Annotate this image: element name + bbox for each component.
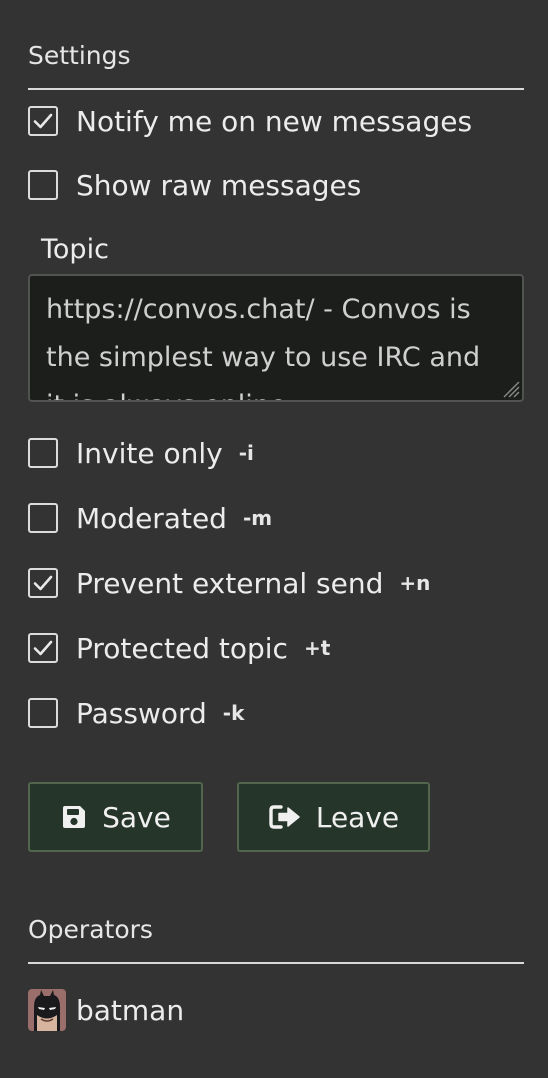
protected-topic-checkbox[interactable] (28, 633, 58, 663)
moderated-checkbox-row[interactable]: Moderated -m (28, 499, 272, 537)
leave-button[interactable]: Leave (237, 782, 430, 852)
operators-divider (28, 962, 524, 964)
prevent-external-checkbox[interactable] (28, 568, 58, 598)
floppy-disk-icon (60, 803, 88, 831)
invite-only-label: Invite only (76, 436, 223, 470)
moderated-label: Moderated (76, 501, 227, 535)
invite-only-checkbox-row[interactable]: Invite only -i (28, 434, 254, 472)
topic-label: Topic (41, 234, 109, 265)
invite-only-flag: -i (238, 441, 254, 465)
sign-out-icon (268, 803, 302, 831)
resize-handle-icon[interactable] (498, 376, 520, 398)
raw-messages-checkbox[interactable] (28, 170, 58, 200)
notify-checkbox-row[interactable]: Notify me on new messages (28, 102, 472, 140)
settings-heading: Settings (28, 41, 131, 70)
save-button[interactable]: Save (28, 782, 203, 852)
topic-textarea[interactable]: https://convos.chat/ - Convos is the sim… (28, 274, 524, 402)
batman-avatar-icon (28, 989, 66, 1031)
password-label: Password (76, 696, 207, 730)
prevent-external-checkbox-row[interactable]: Prevent external send +n (28, 564, 430, 602)
save-button-label: Save (102, 800, 171, 834)
settings-divider (28, 88, 524, 90)
raw-messages-checkbox-row[interactable]: Show raw messages (28, 166, 361, 204)
protected-topic-label: Protected topic (76, 631, 288, 665)
notify-checkbox[interactable] (28, 106, 58, 136)
operators-heading: Operators (28, 915, 153, 944)
password-flag: -k (222, 701, 245, 725)
checkmark-icon (33, 575, 53, 591)
raw-messages-label: Show raw messages (76, 168, 362, 202)
moderated-flag: -m (242, 506, 273, 530)
moderated-checkbox[interactable] (28, 503, 58, 533)
password-checkbox-row[interactable]: Password -k (28, 694, 244, 732)
password-checkbox[interactable] (28, 698, 58, 728)
topic-text: https://convos.chat/ - Convos is the sim… (46, 294, 481, 400)
prevent-external-label: Prevent external send (76, 566, 384, 600)
checkmark-icon (33, 640, 53, 656)
prevent-external-flag: +n (399, 571, 431, 595)
protected-topic-flag: +t (303, 636, 331, 660)
checkmark-icon (33, 113, 53, 129)
notify-label: Notify me on new messages (76, 104, 473, 138)
leave-button-label: Leave (315, 800, 400, 834)
protected-topic-checkbox-row[interactable]: Protected topic +t (28, 629, 330, 667)
invite-only-checkbox[interactable] (28, 438, 58, 468)
operator-name: batman (76, 993, 185, 1027)
operator-item[interactable]: batman (28, 988, 184, 1032)
